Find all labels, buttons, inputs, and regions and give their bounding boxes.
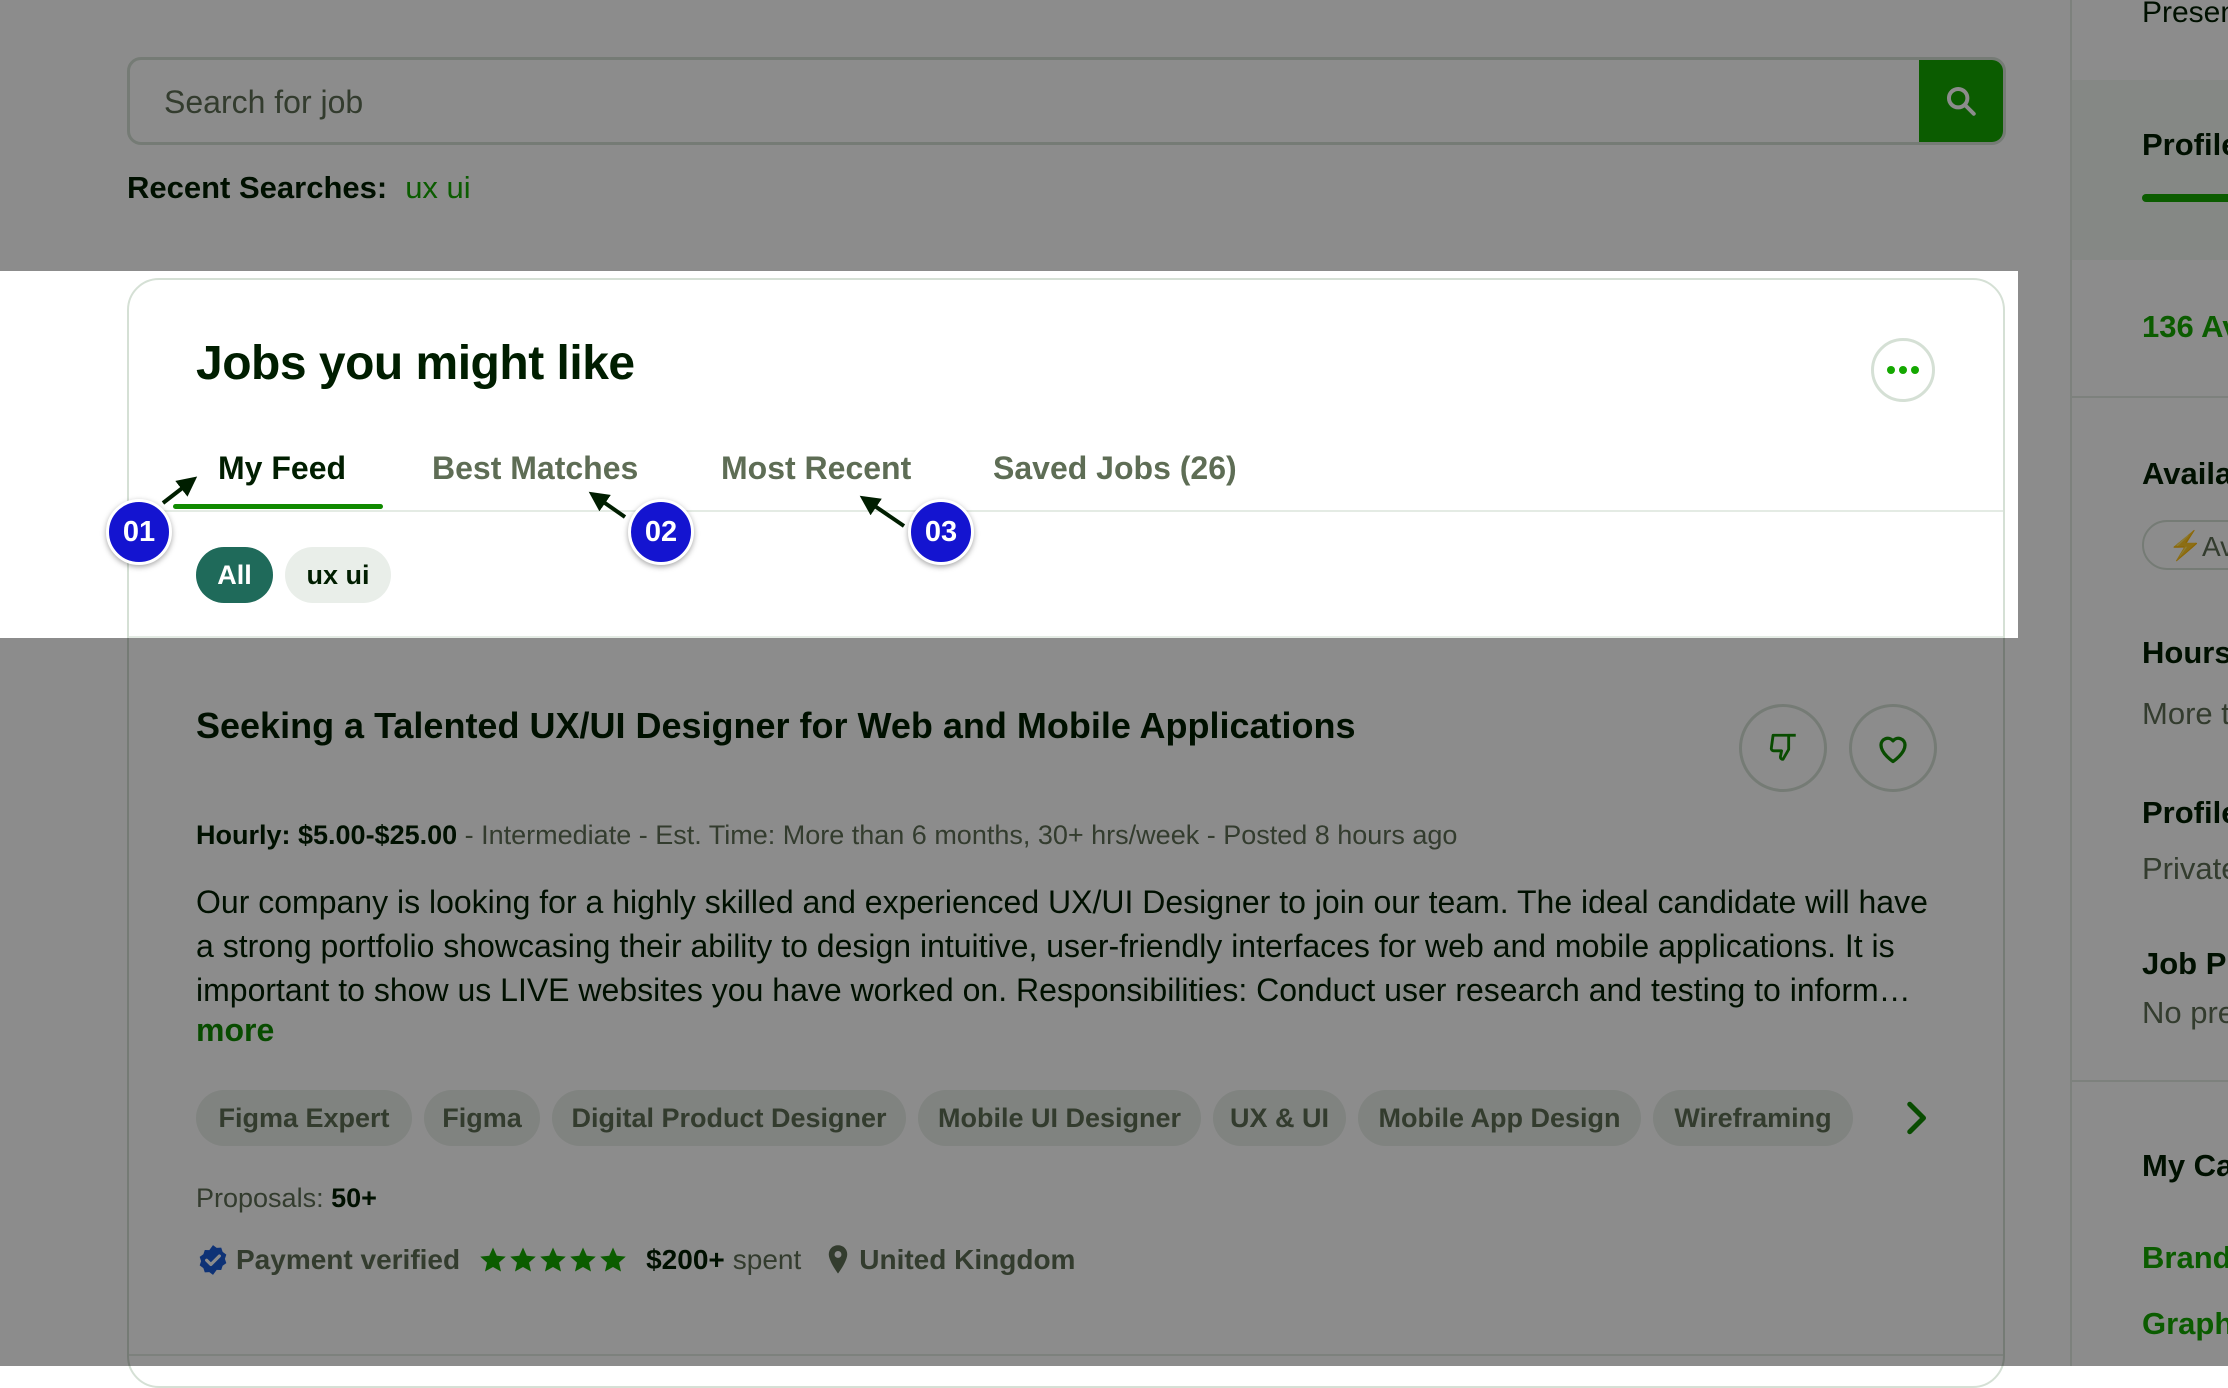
annotation-arrow-01 xyxy=(161,476,198,505)
annotation-badge-02: 02 xyxy=(628,499,694,565)
annotation-arrow-03 xyxy=(859,495,906,528)
annotation-badge-01: 01 xyxy=(106,499,172,565)
annotation-arrow-02 xyxy=(588,491,627,519)
annotation-arrows xyxy=(161,476,906,528)
annotation-badge-03: 03 xyxy=(908,499,974,565)
upwork-find-work-page: Recent Searches:ux ui Presen Profile 136… xyxy=(0,0,2228,1388)
